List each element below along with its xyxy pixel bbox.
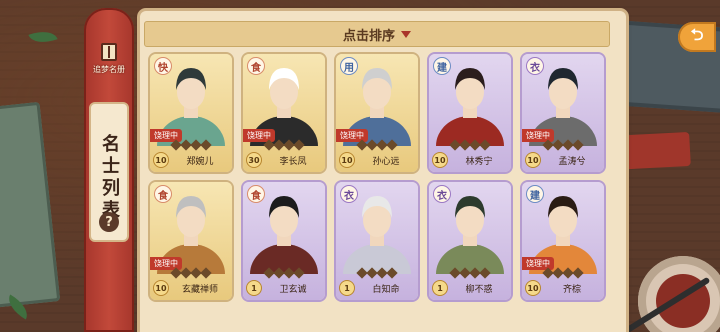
triangle-down-icon <box>401 30 411 38</box>
rank-diamonds <box>449 139 491 151</box>
level-badge: 1 <box>339 280 355 296</box>
diamond-icon <box>572 267 584 279</box>
roster-book-button[interactable]: 追梦名册 <box>89 38 129 80</box>
desk-book <box>0 101 61 309</box>
character-name: 孟涛兮 <box>558 157 586 167</box>
card-grid: 快 饶理中 10 郑婉儿 食 饶理中 30 李长凤 用 饶理中 10 孙心远 建… <box>150 54 610 300</box>
trait-badge: 建 <box>526 185 544 203</box>
diamond-icon <box>479 139 491 151</box>
character-card[interactable]: 衣 1 白知命 <box>336 182 418 300</box>
trait-badge: 快 <box>154 57 172 75</box>
leaf-decoration <box>28 25 58 49</box>
rank-diamonds <box>263 267 305 279</box>
diamond-icon <box>479 267 491 279</box>
diamond-icon <box>572 139 584 151</box>
rank-diamonds <box>356 267 398 279</box>
list-title: 名士列表 <box>99 134 120 222</box>
character-name: 白知命 <box>372 285 400 295</box>
trait-badge: 食 <box>247 57 265 75</box>
character-name: 齐棕 <box>562 285 581 295</box>
diamond-icon <box>386 267 398 279</box>
diamond-icon <box>200 139 212 151</box>
character-card[interactable]: 建 10 林秀宁 <box>429 54 511 172</box>
help-icon[interactable]: ? <box>99 212 119 232</box>
level-badge: 10 <box>153 152 169 168</box>
back-button[interactable]: ⮌ <box>678 22 716 52</box>
character-name: 郑婉儿 <box>186 157 214 167</box>
sort-button[interactable]: 点击排序 <box>144 21 610 47</box>
diamond-icon <box>293 267 305 279</box>
character-card[interactable]: 快 饶理中 10 郑婉儿 <box>150 54 232 172</box>
back-arrow-icon: ⮌ <box>690 24 704 44</box>
diamond-icon <box>386 139 398 151</box>
level-badge: 10 <box>339 152 355 168</box>
trait-badge: 食 <box>247 185 265 203</box>
rank-diamonds <box>263 139 305 151</box>
character-card[interactable]: 用 饶理中 10 孙心远 <box>336 54 418 172</box>
level-badge: 10 <box>432 152 448 168</box>
character-card[interactable]: 衣 1 柳不惑 <box>429 182 511 300</box>
character-card[interactable]: 建 饶理中 10 齐棕 <box>522 182 604 300</box>
book-icon <box>101 43 117 61</box>
character-name: 孙心远 <box>372 157 400 167</box>
trait-badge: 食 <box>154 185 172 203</box>
character-name: 玄藏禅师 <box>181 285 218 295</box>
character-name: 林秀宁 <box>465 157 493 167</box>
rank-diamonds <box>449 267 491 279</box>
list-title-box: 名士列表 ? <box>89 102 129 242</box>
character-card[interactable]: 食 饶理中 30 李长凤 <box>243 54 325 172</box>
level-badge: 10 <box>525 280 541 296</box>
rank-diamonds <box>170 139 212 151</box>
side-rail: 追梦名册 名士列表 ? <box>84 8 134 332</box>
trait-badge: 衣 <box>340 185 358 203</box>
trait-badge: 建 <box>433 57 451 75</box>
trait-badge: 衣 <box>526 57 544 75</box>
roster-book-label: 追梦名册 <box>93 65 125 74</box>
character-card[interactable]: 食 饶理中 10 玄藏禅师 <box>150 182 232 300</box>
character-name: 柳不惑 <box>465 285 493 295</box>
trait-badge: 衣 <box>433 185 451 203</box>
level-badge: 1 <box>246 280 262 296</box>
rank-diamonds <box>356 139 398 151</box>
rank-diamonds <box>542 139 584 151</box>
rank-diamonds <box>542 267 584 279</box>
diamond-icon <box>200 267 212 279</box>
level-badge: 10 <box>525 152 541 168</box>
diamond-icon <box>293 139 305 151</box>
celebrity-list-panel: 点击排序 快 饶理中 10 郑婉儿 食 饶理中 30 李长凤 用 饶理中 10 … <box>140 11 626 332</box>
rank-diamonds <box>170 267 212 279</box>
level-badge: 30 <box>246 152 262 168</box>
character-name: 李长凤 <box>279 157 307 167</box>
level-badge: 10 <box>153 280 169 296</box>
character-card[interactable]: 食 1 卫玄诚 <box>243 182 325 300</box>
character-card[interactable]: 衣 饶理中 10 孟涛兮 <box>522 54 604 172</box>
trait-badge: 用 <box>340 57 358 75</box>
sort-label: 点击排序 <box>342 28 395 44</box>
level-badge: 1 <box>432 280 448 296</box>
character-name: 卫玄诚 <box>279 285 307 295</box>
